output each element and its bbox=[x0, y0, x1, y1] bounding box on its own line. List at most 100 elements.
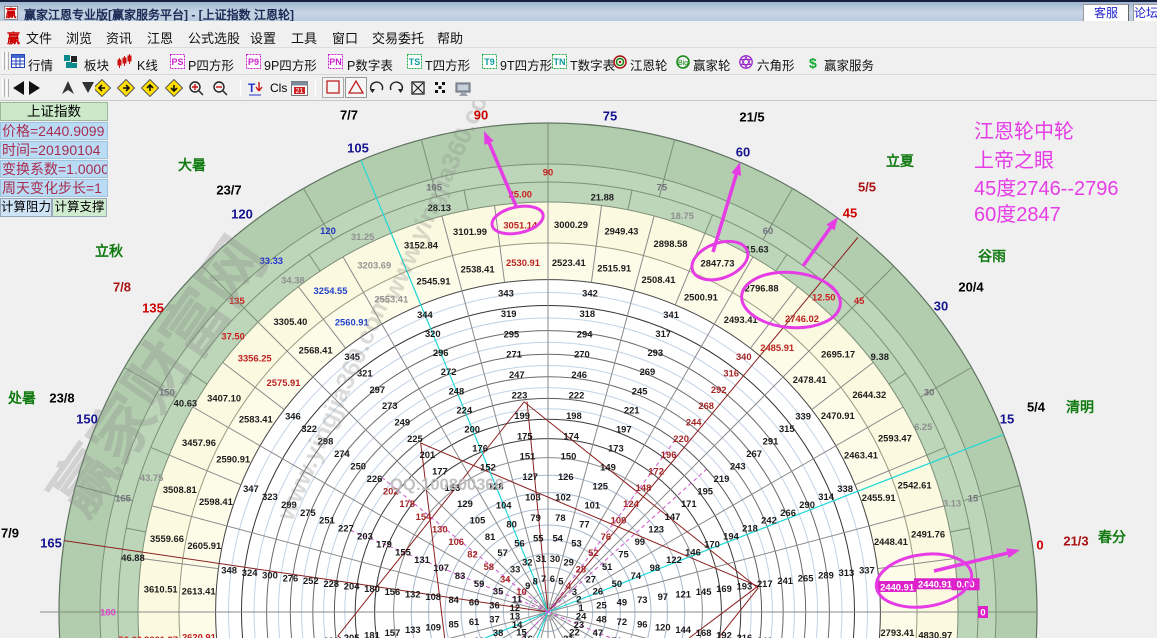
svg-text:T9: T9 bbox=[484, 57, 495, 67]
svg-text:85: 85 bbox=[448, 619, 458, 630]
svg-text:174: 174 bbox=[563, 430, 579, 441]
svg-text:77: 77 bbox=[579, 518, 589, 529]
svg-text:73: 73 bbox=[637, 594, 647, 605]
svg-text:0: 0 bbox=[980, 606, 985, 617]
svg-text:225: 225 bbox=[407, 433, 423, 444]
svg-text:276: 276 bbox=[283, 572, 299, 583]
svg-text:165: 165 bbox=[40, 536, 62, 551]
svg-text:2746.02: 2746.02 bbox=[785, 313, 819, 324]
svg-text:26: 26 bbox=[593, 586, 603, 597]
svg-text:222: 222 bbox=[569, 390, 585, 401]
svg-text:98: 98 bbox=[650, 562, 660, 573]
svg-text:148: 148 bbox=[636, 482, 652, 493]
svg-text:251: 251 bbox=[319, 515, 335, 526]
svg-text:155: 155 bbox=[395, 546, 411, 557]
svg-text:TN: TN bbox=[554, 57, 566, 67]
svg-text:PN: PN bbox=[329, 57, 342, 67]
svg-text:107: 107 bbox=[433, 562, 449, 573]
svg-text:170: 170 bbox=[704, 538, 720, 549]
svg-text:2590.91: 2590.91 bbox=[216, 453, 250, 464]
svg-text:47: 47 bbox=[593, 627, 603, 638]
svg-text:151: 151 bbox=[520, 451, 536, 462]
svg-text:317: 317 bbox=[655, 328, 671, 339]
svg-text:28: 28 bbox=[576, 564, 586, 575]
svg-text:21/5: 21/5 bbox=[739, 110, 764, 125]
svg-text:8: 8 bbox=[533, 575, 538, 586]
svg-text:216: 216 bbox=[737, 632, 753, 638]
svg-text:2463.41: 2463.41 bbox=[844, 450, 878, 461]
svg-text:21/3: 21/3 bbox=[1063, 534, 1088, 549]
svg-text:219: 219 bbox=[714, 473, 730, 484]
svg-text:31.25: 31.25 bbox=[351, 231, 374, 242]
svg-text:3203.69: 3203.69 bbox=[357, 259, 391, 270]
svg-text:2515.91: 2515.91 bbox=[597, 263, 631, 274]
svg-text:226: 226 bbox=[367, 473, 383, 484]
svg-text:252: 252 bbox=[303, 575, 319, 586]
svg-text:48: 48 bbox=[596, 613, 606, 624]
svg-text:342: 342 bbox=[582, 287, 598, 298]
svg-text:55: 55 bbox=[533, 532, 543, 543]
svg-text:0: 0 bbox=[1036, 538, 1043, 553]
svg-text:2500.91: 2500.91 bbox=[684, 292, 718, 303]
svg-text:144: 144 bbox=[675, 624, 691, 635]
svg-text:120: 120 bbox=[231, 207, 253, 222]
svg-text:246: 246 bbox=[571, 369, 587, 380]
svg-text:109: 109 bbox=[425, 621, 441, 632]
svg-text:21: 21 bbox=[296, 88, 304, 95]
svg-text:157: 157 bbox=[385, 627, 401, 638]
svg-text:192: 192 bbox=[716, 630, 732, 638]
svg-text:217: 217 bbox=[757, 578, 773, 589]
svg-text:12.50: 12.50 bbox=[812, 291, 835, 302]
svg-text:320: 320 bbox=[425, 328, 441, 339]
svg-text:133: 133 bbox=[405, 624, 421, 635]
svg-text:6.25: 6.25 bbox=[914, 421, 932, 432]
svg-text:45: 45 bbox=[854, 295, 864, 306]
svg-text:180: 180 bbox=[100, 606, 116, 617]
svg-text:3000.29: 3000.29 bbox=[554, 219, 588, 230]
svg-text:90: 90 bbox=[474, 108, 488, 123]
svg-text:23/8: 23/8 bbox=[49, 391, 74, 406]
svg-text:49: 49 bbox=[617, 597, 627, 608]
svg-text:105: 105 bbox=[470, 515, 486, 526]
svg-text:QQ:100800360: QQ:100800360 bbox=[390, 476, 504, 494]
svg-text:2545.91: 2545.91 bbox=[417, 276, 451, 287]
svg-text:2478.41: 2478.41 bbox=[793, 374, 827, 385]
svg-text:122: 122 bbox=[666, 554, 682, 565]
svg-text:3508.81: 3508.81 bbox=[163, 484, 197, 495]
svg-text:60: 60 bbox=[736, 145, 750, 160]
svg-text:75: 75 bbox=[657, 181, 667, 192]
svg-text:4: 4 bbox=[566, 580, 572, 591]
svg-text:2793.41: 2793.41 bbox=[880, 627, 914, 638]
svg-text:291: 291 bbox=[763, 436, 779, 447]
svg-text:154: 154 bbox=[416, 511, 432, 522]
svg-text:24: 24 bbox=[576, 611, 587, 622]
svg-text:2440.91: 2440.91 bbox=[880, 581, 914, 592]
svg-text:35: 35 bbox=[493, 586, 503, 597]
svg-text:34: 34 bbox=[500, 573, 511, 584]
svg-text:292: 292 bbox=[711, 384, 727, 395]
svg-text:2605.91: 2605.91 bbox=[187, 540, 221, 551]
svg-text:179: 179 bbox=[376, 538, 392, 549]
svg-text:294: 294 bbox=[577, 328, 593, 339]
svg-text:293: 293 bbox=[647, 347, 663, 358]
svg-text:145: 145 bbox=[696, 586, 712, 597]
svg-text:121: 121 bbox=[675, 589, 691, 600]
svg-text:78: 78 bbox=[555, 512, 565, 523]
svg-text:20/4: 20/4 bbox=[958, 280, 984, 295]
svg-text:129: 129 bbox=[457, 498, 473, 509]
svg-text:324: 324 bbox=[242, 567, 258, 578]
svg-text:243: 243 bbox=[730, 461, 746, 472]
svg-text:PS: PS bbox=[171, 57, 183, 67]
svg-text:60度2847: 60度2847 bbox=[974, 203, 1061, 226]
svg-text:194: 194 bbox=[723, 531, 739, 542]
svg-text:大暑: 大暑 bbox=[178, 157, 206, 173]
svg-text:6: 6 bbox=[550, 573, 555, 584]
svg-text:203: 203 bbox=[357, 531, 373, 542]
svg-text:271: 271 bbox=[506, 349, 522, 360]
svg-text:244: 244 bbox=[686, 417, 702, 428]
svg-text:60: 60 bbox=[469, 597, 479, 608]
svg-text:76: 76 bbox=[601, 531, 611, 542]
svg-text:131: 131 bbox=[414, 554, 430, 565]
svg-text:273: 273 bbox=[382, 400, 398, 411]
svg-text:45度2746--2796: 45度2746--2796 bbox=[974, 177, 1119, 200]
